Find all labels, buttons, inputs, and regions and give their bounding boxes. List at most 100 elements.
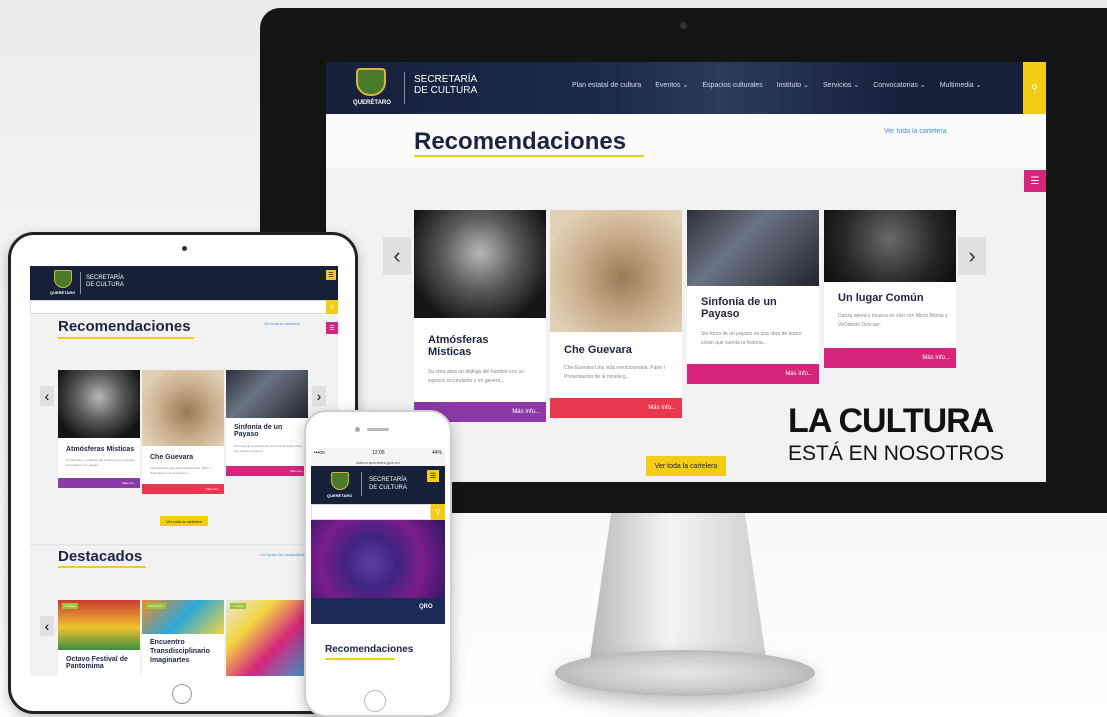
event-card[interactable]: Sinfonía de un Payaso Sin-fonía de un pa… [226, 370, 308, 476]
brand-name[interactable]: SECRETARÍA DE CULTURA [369, 476, 407, 492]
carousel-prev-button[interactable]: ‹ [383, 237, 411, 275]
logo-crest-icon[interactable] [54, 270, 72, 288]
featured-tag: Festival [230, 603, 247, 609]
event-title: Atmósferas Místicas [428, 334, 489, 358]
section-title: Recomendaciones [58, 318, 191, 335]
featured-card[interactable]: Encuentro Encuentro Transdisciplinario I… [142, 600, 224, 676]
featured-card[interactable]: Festival Octavo Festival de Pantomima [58, 600, 140, 676]
nav-instituto[interactable]: Instituto ⌄ [777, 81, 809, 89]
carousel-prev-button[interactable]: ‹ [40, 616, 54, 636]
event-title: Che Guevara [564, 344, 632, 356]
featured-tag: Festival [62, 603, 79, 609]
logo-crest-icon[interactable] [356, 68, 386, 96]
slogan-line-2: ESTÁ EN NOSOTROS [788, 442, 1004, 465]
phone-camera [355, 427, 360, 432]
menu-icon[interactable]: ☰ [326, 322, 338, 334]
more-info-label: Más info... [785, 371, 813, 377]
brand-name[interactable]: SECRETARÍA DE CULTURA [86, 275, 124, 289]
event-card[interactable]: Che Guevara Che Guevara Una vida revoluc… [550, 210, 682, 418]
event-card[interactable]: Atmósferas Místicas Su obra abre un diál… [58, 370, 140, 488]
nav-servicios[interactable]: Servicios ⌄ [823, 81, 859, 89]
phone-header: QUERÉTARO SECRETARÍA DE CULTURA ☰ [311, 466, 445, 504]
tablet-camera [182, 246, 187, 251]
status-time: 12:05 [372, 450, 385, 456]
title-underline [414, 155, 644, 157]
monitor-stand [590, 513, 766, 658]
section-title: Recomendaciones [325, 644, 414, 655]
logo-text: QUERÉTARO [50, 290, 76, 295]
see-all-link[interactable]: Ver toda la cartelera [264, 321, 300, 326]
event-image [687, 210, 819, 286]
menu-icon[interactable]: ☰ [1024, 170, 1046, 192]
hero-badge: QRO [419, 604, 433, 610]
event-description: Che Guevara Una vida revolucionaria. Par… [150, 466, 211, 475]
event-image [226, 370, 308, 418]
main-nav: Plan estatal de cultura Eventos ⌄ Espaci… [572, 81, 982, 90]
brand-line-2: DE CULTURA [414, 85, 478, 96]
brand-line-2: DE CULTURA [369, 485, 407, 491]
title-underline [58, 566, 146, 568]
nav-espacios[interactable]: Espacios culturales [702, 82, 762, 89]
logo-text: QUERÉTARO [353, 100, 391, 106]
search-icon[interactable]: ⚲ [1023, 62, 1046, 114]
see-all-button[interactable]: Ver toda la cartelera [160, 516, 208, 526]
event-title: Sinfonía de un Payaso [701, 296, 777, 320]
hero-banner[interactable] [311, 520, 445, 598]
title-underline [58, 337, 194, 339]
search-input[interactable] [30, 300, 338, 314]
more-info-bar[interactable]: Más info... [58, 478, 140, 488]
tablet-home-button[interactable] [172, 684, 192, 704]
carousel-prev-button[interactable]: ‹ [40, 386, 54, 406]
monitor-stand-base [555, 650, 815, 696]
more-info-bar[interactable]: Más info... [142, 484, 224, 494]
event-card[interactable]: Che Guevara Che Guevara Una vida revoluc… [142, 370, 224, 494]
featured-title: Encuentro Transdisciplinario Imaginartes [150, 639, 210, 664]
event-description: Su obra abre un diálogo del hombre con s… [428, 369, 524, 384]
more-info-bar[interactable]: Más info... [226, 466, 308, 476]
search-input[interactable] [311, 504, 431, 520]
more-info-label: Más info... [290, 469, 304, 473]
menu-icon[interactable]: ☰ [326, 270, 336, 280]
event-description: Sin-fonía de un payaso es una obra de te… [701, 331, 802, 346]
event-image [142, 370, 224, 446]
nav-convocatorias[interactable]: Convocatorias ⌄ [873, 81, 926, 89]
more-info-bar[interactable]: Más info... [687, 364, 819, 384]
header-divider [361, 472, 362, 496]
brand-line-1: SECRETARÍA [414, 74, 478, 85]
event-description: Su obra abre un diálogo del hombre con s… [66, 458, 135, 467]
carousel-next-button[interactable]: › [312, 386, 326, 406]
carousel-next-button[interactable]: › [958, 237, 986, 275]
more-info-label: Más info... [122, 481, 136, 485]
search-icon[interactable]: ⚲ [431, 504, 445, 520]
phone-home-button[interactable] [364, 690, 386, 712]
more-info-bar[interactable]: Más info... [550, 398, 682, 418]
nav-eventos[interactable]: Eventos ⌄ [655, 81, 688, 89]
event-image [58, 370, 140, 438]
see-all-button[interactable]: Ver toda la cartelera [646, 456, 726, 476]
search-icon[interactable]: ⚲ [326, 300, 338, 314]
see-all-link[interactable]: Ver toda la cartelera [884, 128, 947, 135]
event-card[interactable]: Un lugar Común Danza aérea y música en v… [824, 210, 956, 368]
event-title: Che Guevara [150, 454, 194, 461]
event-description: Danza aérea y música en vivo con Micro R… [838, 313, 948, 328]
nav-plan[interactable]: Plan estatal de cultura [572, 82, 641, 89]
event-image [550, 210, 682, 332]
see-all-featured-link[interactable]: Ver todos los destacados [260, 552, 305, 557]
brand-line-2: DE CULTURA [86, 282, 124, 288]
battery-indicator: 44% [431, 450, 442, 456]
featured-card[interactable]: Festival [226, 600, 308, 676]
address-bar[interactable]: cultura.queretaro.gob.mx [311, 458, 445, 466]
section2-band [30, 544, 338, 546]
event-title: Atmósferas Místicas [66, 446, 135, 453]
tablet-screen: QUERÉTARO SECRETARÍA DE CULTURA ☰ ⚲ Reco… [30, 266, 338, 676]
menu-icon[interactable]: ☰ [427, 470, 439, 482]
brand-name[interactable]: SECRETARÍA DE CULTURA [414, 74, 494, 96]
hero-band: QRO [311, 598, 445, 624]
event-image [824, 210, 956, 282]
nav-multimedia[interactable]: Multimedia ⌄ [940, 81, 982, 89]
event-card[interactable]: Atmósferas Místicas Su obra abre un diál… [414, 210, 546, 422]
section2-title: Destacados [58, 548, 143, 565]
logo-crest-icon[interactable] [331, 472, 349, 490]
event-card[interactable]: Sinfonía de un Payaso Sin-fonía de un pa… [687, 210, 819, 384]
more-info-bar[interactable]: Más info... [824, 348, 956, 368]
